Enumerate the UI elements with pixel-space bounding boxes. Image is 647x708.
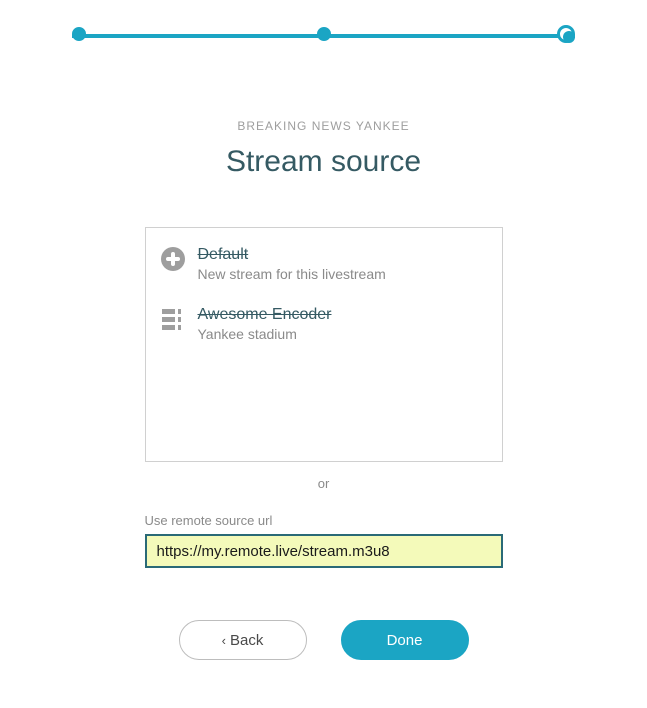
back-button[interactable]: ‹ Back <box>179 620 307 660</box>
remote-url-input[interactable] <box>145 534 503 568</box>
source-option-encoder[interactable]: Awesome Encoder Yankee stadium <box>160 306 488 342</box>
plus-circle-icon <box>160 246 186 272</box>
step-dot-2 <box>317 27 331 41</box>
back-button-label: Back <box>230 632 263 649</box>
source-name: Awesome Encoder <box>198 306 332 324</box>
divider-or: or <box>0 476 647 491</box>
url-label: Use remote source url <box>145 513 503 528</box>
done-button[interactable]: Done <box>341 620 469 660</box>
source-name: Default <box>198 246 386 264</box>
button-row: ‹ Back Done <box>0 620 647 660</box>
chevron-left-icon: ‹ <box>222 633 226 648</box>
encoder-icon <box>160 306 186 332</box>
url-section: Use remote source url <box>145 513 503 568</box>
step-dot-1 <box>72 27 86 41</box>
page-subtitle: BREAKING NEWS YANKEE <box>0 119 647 133</box>
progress-stepper <box>72 27 575 47</box>
source-desc: Yankee stadium <box>198 326 332 342</box>
source-list-card: Default New stream for this livestream A… <box>145 227 503 462</box>
source-option-default[interactable]: Default New stream for this livestream <box>160 246 488 282</box>
done-button-label: Done <box>387 632 423 649</box>
page-title: Stream source <box>0 145 647 179</box>
step-dot-3-current <box>557 25 575 43</box>
source-desc: New stream for this livestream <box>198 266 386 282</box>
